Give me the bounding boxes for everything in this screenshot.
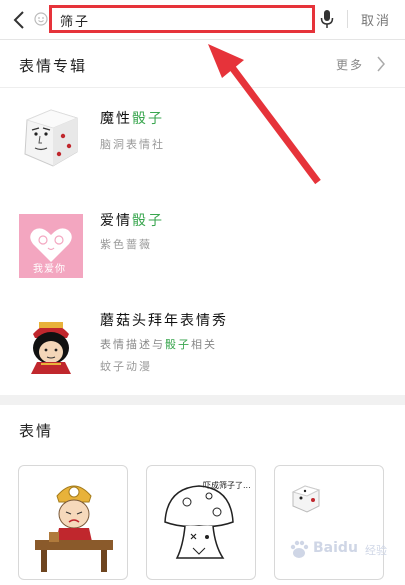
- album-author: 脑洞表情社: [100, 138, 165, 151]
- search-input[interactable]: 筛子: [49, 5, 315, 33]
- dice-face-thumbnail: [24, 109, 79, 167]
- more-link[interactable]: 更多: [336, 56, 364, 73]
- emoji-face-icon[interactable]: [34, 12, 48, 26]
- list-item[interactable]: 蘑菇头拜年表情秀 表情描述与骰子相关 蚊子动漫: [0, 296, 405, 394]
- section-title: 表情专辑: [19, 57, 88, 75]
- cartoon-character-desk-icon: [35, 485, 113, 572]
- album-description: 表情描述与骰子相关: [100, 338, 217, 351]
- mushroom-head-thumbnail: [31, 322, 71, 374]
- heart-thumbnail: 我爱你: [19, 214, 83, 278]
- list-item[interactable]: 魔性骰子 脑洞表情社: [0, 88, 405, 190]
- watermark-brand: Baidu: [313, 540, 358, 556]
- divider: [347, 10, 348, 28]
- album-title: 蘑菇头拜年表情秀: [100, 313, 228, 329]
- sticker-cell[interactable]: [18, 465, 128, 580]
- section-spacer: [0, 395, 405, 405]
- search-bar: 筛子 取消: [0, 0, 405, 40]
- chevron-right-icon: [377, 56, 385, 72]
- sticker-cell[interactable]: 吓成筛子了...: [146, 465, 256, 580]
- album-author: 紫色蔷薇: [100, 238, 152, 251]
- album-title: 魔性骰子: [100, 111, 164, 127]
- baidu-watermark: Baidu 经验: [285, 536, 400, 566]
- search-query: 筛子: [60, 15, 91, 30]
- list-item[interactable]: 我爱你 爱情骰子 紫色蔷薇: [0, 192, 405, 292]
- section-title: 表情: [19, 422, 54, 440]
- paw-icon: [290, 540, 309, 558]
- albums-section-header[interactable]: 表情专辑 更多: [0, 41, 405, 87]
- stickers-section-header: 表情: [0, 406, 405, 452]
- sticker-caption: 吓成筛子了...: [203, 481, 251, 490]
- album-author: 蚊子动漫: [100, 360, 152, 373]
- microphone-icon[interactable]: [319, 8, 335, 30]
- watermark-suffix: 经验: [365, 544, 387, 557]
- album-title: 爱情骰子: [100, 213, 164, 229]
- back-icon[interactable]: [10, 9, 28, 31]
- cancel-button[interactable]: 取消: [361, 10, 391, 29]
- thumbnail-caption: 我爱你: [33, 264, 66, 275]
